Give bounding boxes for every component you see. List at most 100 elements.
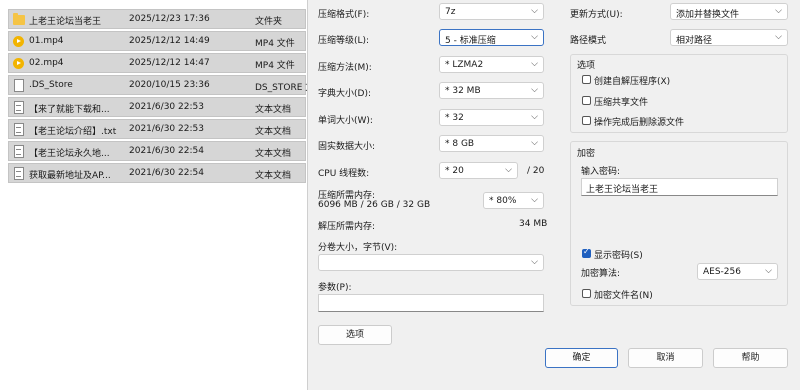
file-date: 2021/6/30 22:53 xyxy=(129,124,204,134)
file-type: 文本文档 xyxy=(255,149,292,159)
cancel-button[interactable]: 取消 xyxy=(628,348,703,368)
list-item[interactable]: 02.mp4 2025/12/12 14:47 MP4 文件 xyxy=(8,53,306,73)
text-file-icon xyxy=(14,167,24,180)
mem-compress-detail: 6096 MB / 26 GB / 32 GB xyxy=(318,200,431,210)
solid-label: 固实数据大小: xyxy=(318,142,376,152)
delete-after-label: 操作完成后删除源文件 xyxy=(594,118,685,128)
format-label: 压缩格式(F): xyxy=(318,10,370,20)
mem-percent-value: * 80% xyxy=(489,196,517,206)
word-select[interactable]: * 32 ⌵ xyxy=(439,109,544,126)
mem-percent-select[interactable]: * 80% ⌵ xyxy=(483,192,544,209)
media-file-icon xyxy=(13,36,24,47)
update-mode-select[interactable]: 添加并替换文件 ⌵ xyxy=(670,3,788,20)
chevron-down-icon: ⌵ xyxy=(531,195,538,205)
password-value: 上老王论坛当老王 xyxy=(586,185,659,195)
cpu-value: * 20 xyxy=(445,166,464,176)
blank-file-icon xyxy=(14,79,24,92)
list-item[interactable]: 上老王论坛当老王 2025/12/23 17:36 文件夹 xyxy=(8,9,306,29)
chevron-down-icon: ⌵ xyxy=(531,59,538,69)
method-select[interactable]: * LZMA2 ⌵ xyxy=(439,56,544,73)
list-item[interactable]: 获取最新地址及AP... 2021/6/30 22:54 文本文档 xyxy=(8,163,306,183)
cpu-select[interactable]: * 20 ⌵ xyxy=(439,162,518,179)
show-password-checkbox[interactable] xyxy=(582,247,591,258)
mem-decompress-label: 解压所需内存: xyxy=(318,222,376,232)
help-button[interactable]: 帮助 xyxy=(713,348,788,368)
dict-label: 字典大小(D): xyxy=(318,89,371,99)
level-label: 压缩等级(L): xyxy=(318,36,370,46)
encryption-method-value: AES-256 xyxy=(703,267,741,277)
file-type: MP4 文件 xyxy=(255,61,295,71)
dict-select[interactable]: * 32 MB ⌵ xyxy=(439,82,544,99)
delete-after-checkbox[interactable] xyxy=(582,116,591,125)
path-mode-value: 相对路径 xyxy=(676,36,713,46)
chevron-down-icon: ⌵ xyxy=(531,85,538,95)
file-name: 【来了就能下载和... xyxy=(29,105,110,115)
encryption-method-select[interactable]: AES-256 ⌵ xyxy=(697,263,778,280)
chevron-down-icon: ⌵ xyxy=(505,165,512,175)
text-file-icon xyxy=(14,145,24,158)
volume-select[interactable]: ⌵ xyxy=(318,254,544,271)
options-button[interactable]: 选项 xyxy=(318,325,392,345)
volume-label: 分卷大小，字节(V): xyxy=(318,243,398,253)
mem-decompress-value: 34 MB xyxy=(519,219,548,229)
file-type: 文本文档 xyxy=(255,171,292,181)
file-date: 2020/10/15 23:36 xyxy=(129,80,210,90)
update-mode-label: 更新方式(U): xyxy=(570,10,623,20)
path-mode-select[interactable]: 相对路径 ⌵ xyxy=(670,29,788,46)
text-file-icon xyxy=(14,123,24,136)
file-type: MP4 文件 xyxy=(255,39,295,49)
path-mode-label: 路径模式 xyxy=(570,36,607,46)
level-value: 5 - 标准压缩 xyxy=(445,36,496,46)
chevron-down-icon: ⌵ xyxy=(531,32,538,42)
method-value: * LZMA2 xyxy=(445,60,484,70)
folder-icon xyxy=(13,13,25,25)
file-date: 2021/6/30 22:54 xyxy=(129,146,204,156)
chevron-down-icon: ⌵ xyxy=(775,32,782,42)
chevron-down-icon: ⌵ xyxy=(775,6,782,16)
list-item[interactable]: 【来了就能下载和... 2021/6/30 22:53 文本文档 xyxy=(8,97,306,117)
sfx-label: 创建自解压程序(X) xyxy=(594,77,671,87)
word-label: 单词大小(W): xyxy=(318,116,373,126)
params-input[interactable] xyxy=(318,294,544,312)
file-name: 【老王论坛永久地... xyxy=(29,149,110,159)
file-name: 02.mp4 xyxy=(29,58,64,68)
encrypt-names-label: 加密文件名(N) xyxy=(594,291,653,301)
chevron-down-icon: ⌵ xyxy=(531,257,538,267)
cpu-max: / 20 xyxy=(527,166,545,176)
shared-label: 压缩共享文件 xyxy=(594,98,649,108)
file-date: 2021/6/30 22:53 xyxy=(129,102,204,112)
file-date: 2021/6/30 22:54 xyxy=(129,168,204,178)
solid-select[interactable]: * 8 GB ⌵ xyxy=(439,135,544,152)
update-mode-value: 添加并替换文件 xyxy=(676,10,740,20)
file-type: DS_STORE 文 xyxy=(255,83,315,93)
sfx-checkbox[interactable] xyxy=(582,75,591,84)
dict-value: * 32 MB xyxy=(445,86,481,96)
ok-button[interactable]: 确定 xyxy=(545,348,618,368)
list-item[interactable]: .DS_Store 2020/10/15 23:36 DS_STORE 文 xyxy=(8,75,314,95)
file-date: 2025/12/12 14:47 xyxy=(129,58,210,68)
chevron-down-icon: ⌵ xyxy=(765,266,772,276)
encryption-method-label: 加密算法: xyxy=(581,269,621,279)
word-value: * 32 xyxy=(445,113,464,123)
file-type: 文本文档 xyxy=(255,105,292,115)
media-file-icon xyxy=(13,58,24,69)
file-type: 文本文档 xyxy=(255,127,292,137)
list-item[interactable]: 01.mp4 2025/12/12 14:49 MP4 文件 xyxy=(8,31,306,51)
options-group-title: 选项 xyxy=(577,61,596,71)
format-value: 7z xyxy=(445,7,456,17)
params-label: 参数(P): xyxy=(318,283,352,293)
password-label: 输入密码: xyxy=(581,167,621,177)
text-file-icon xyxy=(14,101,24,114)
chevron-down-icon: ⌵ xyxy=(531,138,538,148)
level-select[interactable]: 5 - 标准压缩 ⌵ xyxy=(439,29,544,46)
format-select[interactable]: 7z ⌵ xyxy=(439,3,544,20)
file-date: 2025/12/23 17:36 xyxy=(129,14,210,24)
solid-value: * 8 GB xyxy=(445,139,475,149)
password-input[interactable]: 上老王论坛当老王 xyxy=(581,178,778,196)
list-item[interactable]: 【老王论坛永久地... 2021/6/30 22:54 文本文档 xyxy=(8,141,306,161)
encrypt-names-checkbox[interactable] xyxy=(582,289,591,298)
list-item[interactable]: 【老王论坛介绍】.txt 2021/6/30 22:53 文本文档 xyxy=(8,119,306,139)
shared-checkbox[interactable] xyxy=(582,96,591,105)
file-name: 01.mp4 xyxy=(29,36,64,46)
chevron-down-icon: ⌵ xyxy=(531,112,538,122)
